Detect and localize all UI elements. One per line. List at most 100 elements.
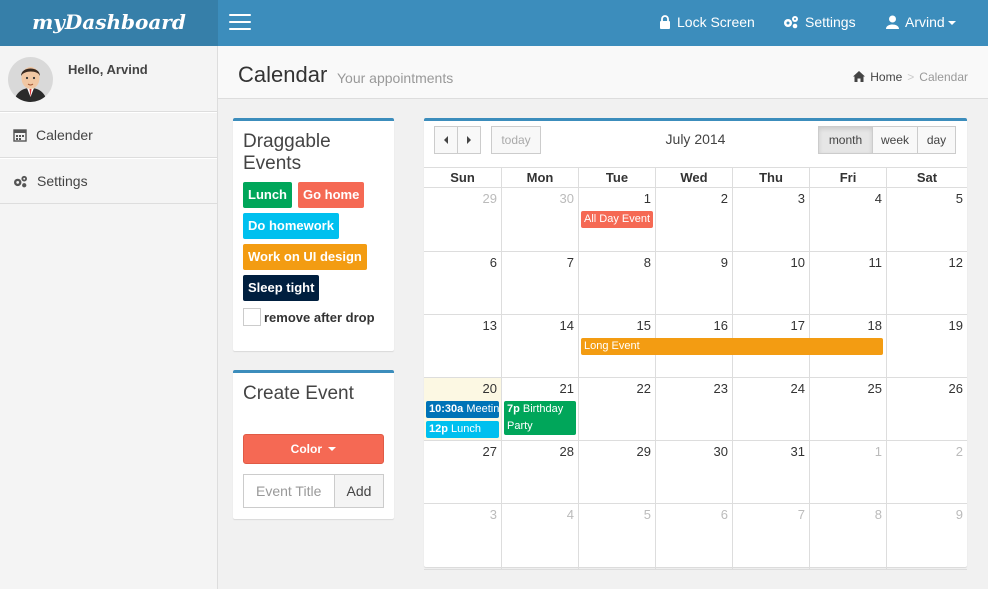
settings-label: Settings — [805, 14, 856, 30]
day-cell[interactable]: 7 — [732, 504, 809, 570]
day-cell[interactable]: 24 — [732, 378, 809, 441]
calendar-box: today July 2014 month week day Sun Mon Tue… — [424, 118, 967, 570]
day-cell[interactable]: 1 — [809, 441, 886, 504]
day-number: 17 — [790, 318, 805, 333]
page-subtitle: Your appointments — [337, 70, 454, 86]
weekday-tue: Tue — [578, 168, 655, 188]
day-cell[interactable]: 28 — [501, 441, 578, 504]
day-number: 3 — [797, 191, 805, 206]
external-event-do-homework[interactable]: Do homework — [243, 213, 339, 239]
lock-icon — [660, 15, 670, 29]
day-cell[interactable]: 11 — [809, 252, 886, 315]
day-cell[interactable]: 25 — [809, 378, 886, 441]
day-number: 14 — [559, 318, 574, 333]
calendar-event[interactable]: 10:30a Meeting — [426, 401, 499, 418]
user-menu[interactable]: Arvind — [886, 0, 956, 46]
chevron-right-icon — [467, 136, 471, 144]
day-number: 19 — [948, 318, 963, 333]
day-cell[interactable]: 29 — [578, 441, 655, 504]
day-cell[interactable]: 19 — [886, 315, 967, 378]
external-event-sleep-tight[interactable]: Sleep tight — [243, 275, 320, 301]
day-cell[interactable]: 3 — [424, 504, 501, 570]
day-number: 8 — [874, 507, 882, 522]
app-logo[interactable]: myDashboard — [0, 0, 218, 46]
sidebar: Hello, Arvind Calender Settings — [0, 46, 218, 589]
day-number: 16 — [713, 318, 728, 333]
day-number: 2 — [720, 191, 728, 206]
day-number: 15 — [636, 318, 651, 333]
breadcrumb-home[interactable]: Home — [870, 70, 902, 84]
next-month-button[interactable] — [457, 126, 481, 154]
create-event-box: Create Event Color Event Title Add — [233, 370, 394, 519]
day-cell[interactable]: 30 — [501, 188, 578, 252]
day-cell[interactable]: 10 — [732, 252, 809, 315]
calendar-event[interactable]: 7p Birthday Party — [504, 401, 576, 435]
top-navbar: myDashboard Lock Screen Settings Arvind — [0, 0, 988, 46]
day-cell[interactable]: 4 — [501, 504, 578, 570]
day-cell[interactable]: 31 — [732, 441, 809, 504]
chevron-down-icon — [947, 21, 956, 25]
day-cell[interactable]: 29 — [424, 188, 501, 252]
day-number: 29 — [482, 191, 497, 206]
color-button-label: Color — [290, 442, 322, 456]
day-cell[interactable]: 5 — [578, 504, 655, 570]
day-cell[interactable]: 13 — [424, 315, 501, 378]
prev-month-button[interactable] — [434, 126, 458, 154]
day-cell[interactable]: 7 — [501, 252, 578, 315]
day-number: 18 — [867, 318, 882, 333]
remove-after-drop-checkbox[interactable] — [243, 308, 261, 326]
day-cell[interactable]: 23 — [655, 378, 732, 441]
color-chooser-button[interactable]: Color — [243, 434, 384, 464]
day-cell[interactable]: 26 — [886, 378, 967, 441]
day-cell[interactable]: 2 — [655, 188, 732, 252]
day-number: 28 — [559, 444, 574, 459]
day-cell[interactable]: 30 — [655, 441, 732, 504]
day-cell[interactable]: 22 — [578, 378, 655, 441]
avatar — [8, 57, 53, 102]
day-number: 20 — [482, 381, 497, 396]
day-cell[interactable]: 4 — [809, 188, 886, 252]
weekday-sun: Sun — [450, 170, 475, 185]
calendar-event[interactable]: All Day Event — [581, 211, 653, 228]
sidebar-item-calendar[interactable]: Calender — [0, 112, 217, 158]
day-cell[interactable]: 8 — [578, 252, 655, 315]
external-event-lunch[interactable]: Lunch — [243, 182, 292, 208]
event-title-input[interactable]: Event Title — [243, 474, 335, 508]
day-view-button[interactable]: day — [917, 126, 956, 154]
day-cell[interactable]: 9 — [886, 504, 967, 570]
week-view-button[interactable]: week — [872, 126, 918, 154]
event-title: All Day Event — [584, 213, 651, 225]
day-number: 3 — [489, 507, 497, 522]
month-view-button[interactable]: month — [818, 126, 873, 154]
day-number: 10 — [790, 255, 805, 270]
calendar-event[interactable]: Long Event — [581, 338, 883, 355]
today-button[interactable]: today — [491, 126, 541, 154]
day-cell[interactable]: 8 — [809, 504, 886, 570]
sidebar-item-label: Settings — [37, 173, 88, 189]
day-cell[interactable]: 5 — [886, 188, 967, 252]
day-cell[interactable]: 12 — [886, 252, 967, 315]
day-number: 7 — [566, 255, 574, 270]
settings-link[interactable]: Settings — [783, 0, 856, 46]
day-cell[interactable]: 14 — [501, 315, 578, 378]
day-cell[interactable]: 3 — [732, 188, 809, 252]
day-cell[interactable]: 2 — [886, 441, 967, 504]
day-cell[interactable]: 6 — [655, 504, 732, 570]
day-cell[interactable]: 27 — [424, 441, 501, 504]
day-number: 6 — [489, 255, 497, 270]
external-event-go-home[interactable]: Go home — [298, 182, 365, 208]
weekday-header: Sun Mon Tue Wed Thu Fri Sat — [424, 167, 967, 188]
external-event-work-on-ui[interactable]: Work on UI design — [243, 244, 367, 270]
content-header: Calendar Your appointments Home > Calendar — [218, 46, 988, 99]
sidebar-toggle-icon[interactable] — [229, 14, 251, 30]
weekday-mon: Mon — [501, 168, 578, 188]
breadcrumb: Home > Calendar — [853, 70, 968, 84]
sidebar-item-settings[interactable]: Settings — [0, 158, 217, 204]
add-event-button[interactable]: Add — [334, 474, 384, 508]
day-cell[interactable]: 9 — [655, 252, 732, 315]
lock-screen-link[interactable]: Lock Screen — [659, 0, 755, 46]
day-number: 9 — [720, 255, 728, 270]
calendar-event[interactable]: 12p Lunch — [426, 421, 499, 438]
weekday-fri: Fri — [809, 168, 886, 188]
day-cell[interactable]: 6 — [424, 252, 501, 315]
